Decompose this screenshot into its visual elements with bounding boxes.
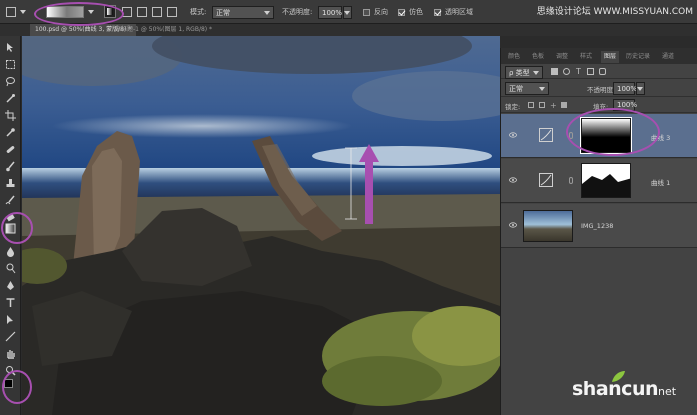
curves-adjustment-icon[interactable] [539, 173, 553, 187]
quick-selection-tool-icon[interactable] [5, 93, 16, 104]
path-selection-tool-icon[interactable] [5, 314, 16, 325]
crop-tool-icon[interactable] [5, 110, 16, 121]
opacity-input[interactable]: 100% [318, 6, 342, 19]
tab-adjustments[interactable]: 调整 [553, 51, 571, 63]
visibility-eye-icon[interactable] [509, 132, 517, 138]
lock-position-icon[interactable]: + [550, 101, 557, 110]
tab-channels[interactable]: 通道 [659, 51, 677, 63]
opacity-label: 不透明度: [282, 8, 313, 16]
dodge-tool-icon[interactable] [5, 263, 16, 274]
layer-row-curves-1[interactable]: 曲线 1 [501, 159, 697, 203]
landscape-photo [22, 36, 500, 415]
lock-transparent-icon[interactable] [528, 102, 534, 108]
document-canvas[interactable] [22, 36, 500, 415]
curves-adjustment-icon[interactable] [539, 128, 553, 142]
lock-pixels-icon[interactable] [539, 102, 545, 108]
adjustment-filter-icon[interactable] [563, 68, 570, 75]
opacity-value: 100% [322, 9, 343, 17]
visibility-eye-icon[interactable] [509, 222, 517, 228]
annotation-ring-layer-mask [566, 108, 660, 156]
diamond-gradient-button[interactable] [167, 7, 177, 17]
tab-swatches[interactable]: 色板 [529, 51, 547, 63]
tab-color[interactable]: 颜色 [505, 51, 523, 63]
document-tab[interactable]: 未标题-1 @ 50%(图层 1, RGB/8) * [110, 24, 217, 36]
reflected-gradient-button[interactable] [152, 7, 162, 17]
layer-opacity-label: 不透明度: [587, 86, 616, 94]
dither-label: 仿色 [409, 8, 423, 16]
layers-panel: 颜色 色板 调整 样式 图层 历史记录 通道 ρ 类型 T 正常 不透明度: 1… [500, 48, 697, 415]
layer-opacity-dropdown[interactable] [636, 82, 645, 95]
gradient-tool-preset-icon[interactable] [6, 7, 16, 17]
tab-layers[interactable]: 图层 [601, 51, 620, 63]
transparency-label: 透明区域 [445, 8, 473, 16]
filter-kind-select[interactable]: ρ 类型 [505, 66, 543, 79]
type-tool-icon[interactable] [5, 297, 16, 308]
leaf-icon [612, 371, 625, 382]
watermark-text: 思缘设计论坛 WWW.MISSYUAN.COM [536, 7, 693, 17]
lock-all-icon[interactable] [561, 102, 567, 108]
drag-direction-arrow-icon [359, 144, 379, 224]
move-tool-icon[interactable] [5, 42, 16, 53]
marquee-tool-icon[interactable] [5, 59, 16, 70]
chevron-down-icon[interactable] [20, 10, 26, 14]
type-filter-icon[interactable]: T [576, 67, 581, 76]
lock-label: 锁定: [505, 103, 521, 111]
reverse-checkbox[interactable] [363, 9, 370, 16]
shape-filter-icon[interactable] [587, 68, 594, 75]
dither-checkbox[interactable] [398, 9, 405, 16]
eyedropper-tool-icon[interactable] [5, 127, 16, 138]
mode-value: 正常 [216, 9, 230, 17]
healing-brush-tool-icon[interactable] [5, 144, 16, 155]
brush-tool-icon[interactable] [5, 161, 16, 172]
mode-label: 模式: [190, 8, 207, 16]
angle-gradient-button[interactable] [137, 7, 147, 17]
opacity-dropdown[interactable] [343, 6, 352, 19]
hand-tool-icon[interactable] [5, 348, 16, 359]
layer-name[interactable]: 曲线 1 [651, 177, 670, 187]
document-tab-bar: 100.psd @ 50%(曲线 3, 蒙版/8) * 未标题-1 @ 50%(… [0, 24, 697, 36]
layer-thumbnail[interactable] [523, 210, 573, 242]
pen-tool-icon[interactable] [5, 280, 16, 291]
pixel-filter-icon[interactable] [551, 68, 558, 75]
line-shape-tool-icon[interactable] [5, 331, 16, 342]
layer-mask-thumbnail[interactable] [581, 163, 631, 198]
layer-row-image[interactable]: IMG_1238 [501, 204, 697, 248]
reverse-label: 反向 [374, 8, 388, 16]
site-logo: shancunnet [572, 371, 692, 410]
layer-opacity-input[interactable]: 100% [613, 82, 638, 95]
annotation-ring-gradient-tool [1, 212, 33, 244]
site-logo-suffix: net [658, 385, 677, 398]
panel-tab-bar: 颜色 色板 调整 样式 图层 历史记录 通道 [501, 48, 697, 64]
visibility-eye-icon[interactable] [509, 177, 517, 183]
annotation-ring-color-swatches [2, 370, 32, 404]
layer-filter-row: ρ 类型 T [501, 65, 697, 79]
blend-mode-value: 正常 [509, 85, 523, 93]
tab-history[interactable]: 历史记录 [623, 51, 653, 63]
clone-stamp-tool-icon[interactable] [5, 178, 16, 189]
filter-kind-value: ρ 类型 [509, 69, 530, 77]
mask-link-icon[interactable] [569, 177, 573, 184]
tab-styles[interactable]: 样式 [577, 51, 595, 63]
lasso-tool-icon[interactable] [5, 76, 16, 87]
history-brush-tool-icon[interactable] [5, 195, 16, 206]
smart-object-filter-icon[interactable] [599, 68, 606, 75]
blend-row: 正常 不透明度: 100% [501, 80, 697, 97]
blend-mode-select[interactable]: 正常 [505, 82, 549, 95]
blur-tool-icon[interactable] [5, 246, 16, 257]
layer-opacity-value: 100% [617, 85, 638, 93]
layer-name[interactable]: IMG_1238 [581, 222, 613, 230]
transparency-checkbox[interactable] [434, 9, 441, 16]
annotation-ring-gradient-picker [34, 2, 124, 26]
mode-select[interactable]: 正常 [212, 6, 274, 19]
